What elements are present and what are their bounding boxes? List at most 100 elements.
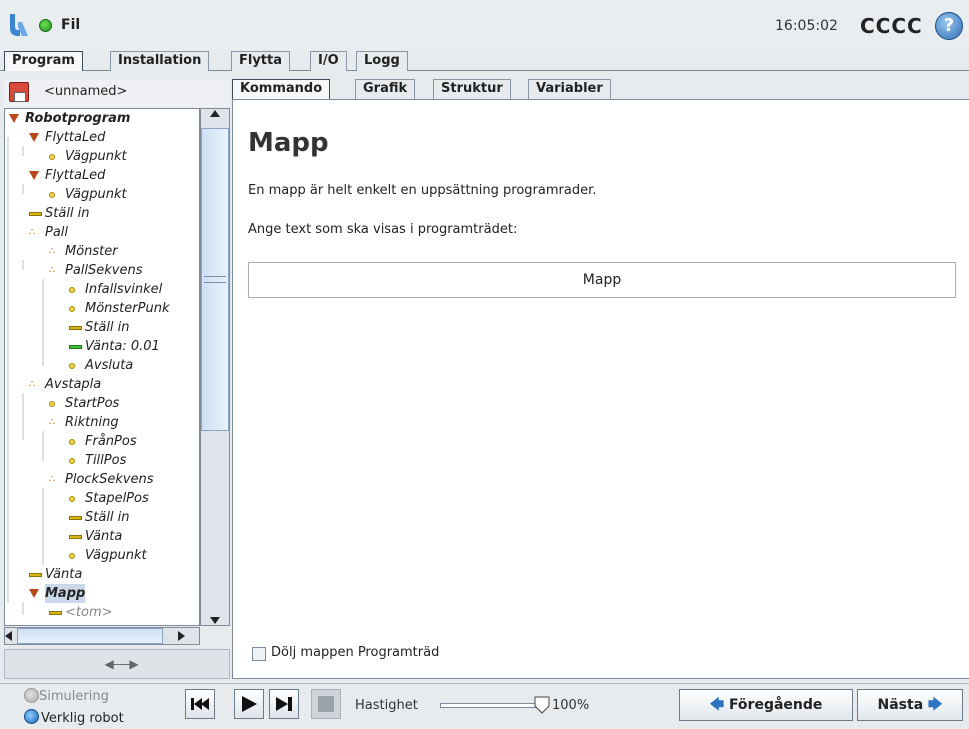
tree-node[interactable]: FlyttaLed [5,166,199,185]
tree-node-label: Robotprogram [25,111,131,126]
pattern-icon: ∴ [29,379,36,390]
tab-logg[interactable]: Logg [356,51,408,71]
simulation-radio[interactable] [24,688,39,703]
real-robot-label: Verklig robot [41,711,124,726]
tree-node-label: PallSekvens [65,263,143,278]
tree-node[interactable]: Vägpunkt [5,185,199,204]
tree-node[interactable]: Robotprogram [5,109,199,128]
next-button[interactable]: Nästa 🡆 [857,689,963,721]
file-menu[interactable]: Fil [61,17,80,33]
command-bar-icon [49,611,62,615]
hide-folder-label: Dölj mappen Programträd [271,645,440,660]
pattern-icon: ∴ [49,417,56,428]
tree-node-label: Mapp [45,584,86,603]
tree-node[interactable]: Vänta [5,565,199,584]
folder-triangle-icon [29,171,39,180]
scroll-up-icon[interactable] [210,110,220,117]
tree-node[interactable]: Ställ in [5,204,199,223]
speed-slider-thumb-icon[interactable] [534,696,550,714]
waypoint-icon [69,287,75,293]
real-robot-radio[interactable] [24,709,39,724]
subtab-filler [631,79,969,99]
tree-node[interactable]: Ställ in [5,318,199,337]
command-bar-icon [69,516,82,520]
tree-node[interactable]: Infallsvinkel [5,280,199,299]
tree-node[interactable]: FrånPos [5,432,199,451]
tab-grafik[interactable]: Grafik [355,79,416,99]
tab-struktur[interactable]: Struktur [433,79,511,99]
tree-node[interactable]: ∴ Mönster [5,242,199,261]
pattern-icon: ∴ [49,474,56,485]
tree-node[interactable]: Mapp [5,584,199,603]
hide-folder-checkbox[interactable] [252,647,266,661]
folder-triangle-icon [29,133,39,142]
tree-node-label: Pall [45,225,69,240]
tree-node-label: Avstapla [45,377,102,392]
tree-node-label: <tom> [65,605,113,620]
simulation-label: Simulering [39,689,109,704]
tree-node[interactable]: ∴ PlockSekvens [5,470,199,489]
folder-name-input[interactable]: Mapp [248,262,956,298]
tree-node[interactable]: Ställ in [5,508,199,527]
next-label: Nästa [877,697,924,713]
speed-slider[interactable] [440,703,540,708]
tree-node-label: Vänta [45,567,83,582]
tab-installation[interactable]: Installation [110,51,210,71]
scroll-grip-icon [204,276,226,283]
robot-status-icon [39,19,52,32]
tree-node-label: TillPos [85,453,127,468]
tree-node[interactable]: Vänta: 0.01 [5,337,199,356]
tree-node-label: StartPos [65,396,120,411]
tree-node[interactable]: ∴ Pall [5,223,199,242]
expand-collapse-arrows-icon[interactable]: ◀‑‑‑‑‑▶ [86,657,156,671]
tab-variabler[interactable]: Variabler [528,79,611,99]
save-program-icon[interactable] [9,82,29,102]
tree-node[interactable]: ∴ Avstapla [5,375,199,394]
arrow-right-icon: 🡆 [928,697,943,713]
tree-node[interactable]: StartPos [5,394,199,413]
previous-button[interactable]: 🡄 Föregående [679,689,853,721]
play-button[interactable] [234,689,264,719]
command-bar-icon [29,573,42,577]
tree-node[interactable]: FlyttaLed [5,128,199,147]
tree-node[interactable]: ∴ Riktning [5,413,199,432]
command-description: En mapp är helt enkelt en uppsättning pr… [248,183,597,198]
folder-triangle-icon [29,589,39,598]
tree-hscroll-thumb[interactable] [17,628,163,644]
tab-kommando[interactable]: Kommando [232,79,331,99]
step-button[interactable] [269,689,299,719]
tree-node[interactable]: StapelPos [5,489,199,508]
clock: 16:05:02 [775,18,838,34]
stop-icon [318,696,334,712]
tree-node-label: FlyttaLed [45,130,106,145]
tree-node[interactable]: Avsluta [5,356,199,375]
arrow-left-icon: 🡄 [709,697,725,713]
active-command-bar-icon [69,345,82,349]
ur-logo-icon [10,14,28,36]
tab-io[interactable]: I/O [310,51,347,71]
tree-node-label: FrånPos [85,434,137,449]
scroll-right-icon[interactable] [178,631,185,641]
tree-node[interactable]: <tom> [5,603,199,622]
tree-node[interactable]: Vägpunkt [5,147,199,166]
waypoint-icon [49,192,55,198]
text-field-prompt: Ange text som ska visas i programträdet: [248,222,518,237]
rewind-button[interactable] [185,689,215,719]
tree-node[interactable]: TillPos [5,451,199,470]
tree-node[interactable]: Vänta [5,527,199,546]
scroll-down-icon[interactable] [210,617,220,624]
tree-node-label: Mönster [65,244,118,259]
program-tree: Robotprogram FlyttaLed Vägpunkt FlyttaLed Vä… [4,108,200,626]
tree-node-label: StapelPos [85,491,149,506]
tree-node[interactable]: MönsterPunk [5,299,199,318]
scroll-left-icon[interactable] [5,631,12,641]
waypoint-icon [69,496,75,502]
help-icon[interactable]: ? [935,12,963,40]
tree-node[interactable]: ∴ PallSekvens [5,261,199,280]
tree-node-label: Ställ in [85,320,130,335]
tree-node[interactable]: Vägpunkt [5,546,199,565]
tab-program[interactable]: Program [4,51,83,71]
tab-flytta[interactable]: Flytta [231,51,291,71]
robot-name: CCCC [860,14,923,38]
tree-node-label: PlockSekvens [65,472,154,487]
